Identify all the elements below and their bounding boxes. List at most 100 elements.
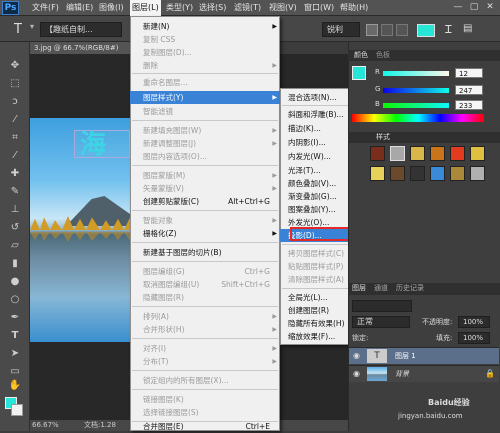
- layer-row[interactable]: ◉ 背景 🔒: [349, 365, 499, 382]
- menu-item-delete[interactable]: 删除 ▶: [130, 59, 280, 72]
- g-value-field[interactable]: 247: [455, 85, 483, 95]
- menu-image[interactable]: 图像(I): [97, 0, 126, 16]
- menu-item-layer-mask[interactable]: 图层蒙版(M) ▶: [130, 169, 280, 182]
- eyedropper-tool-icon[interactable]: ⁄: [7, 150, 23, 162]
- character-panel-icon[interactable]: ▤: [463, 23, 472, 34]
- menu-item-merge-layers[interactable]: 合并图层(E) Ctrl+E: [130, 420, 280, 433]
- menu-item-rasterize[interactable]: 栅格化(Z) ▶: [130, 227, 280, 240]
- layer-filter-select[interactable]: [352, 300, 412, 312]
- align-left-icon[interactable]: [366, 24, 378, 36]
- style-swatch[interactable]: [470, 166, 485, 181]
- menu-item-new-layer-based-slice[interactable]: 新建基于图层的切片(B): [130, 246, 280, 259]
- tab-color[interactable]: 颜色: [354, 50, 368, 61]
- antialias-select[interactable]: 锐利: [322, 22, 360, 37]
- layer-name[interactable]: 背景: [395, 369, 409, 379]
- menu-item-new-fill-layer[interactable]: 新建填充图层(W) ▶: [130, 124, 280, 137]
- healing-brush-tool-icon[interactable]: ✚: [7, 168, 23, 180]
- close-button[interactable]: ✕: [484, 2, 496, 13]
- pen-tool-icon[interactable]: ✒: [7, 312, 23, 324]
- b-slider[interactable]: [383, 103, 449, 108]
- quick-select-tool-icon[interactable]: ⁄: [7, 114, 23, 126]
- document-tab[interactable]: 3.jpg @ 66.7%(RGB/8#): [30, 42, 130, 54]
- marquee-tool-icon[interactable]: ⬚: [7, 78, 23, 90]
- r-slider[interactable]: [383, 71, 449, 76]
- dodge-tool-icon[interactable]: ○: [7, 294, 23, 306]
- menu-item-lock-all-layers[interactable]: 锁定组内的所有图层(X)...: [130, 374, 280, 387]
- blend-mode-select[interactable]: 正常: [352, 316, 410, 328]
- style-swatch[interactable]: [410, 166, 425, 181]
- menu-item-copy-css[interactable]: 复制 CSS: [130, 33, 280, 46]
- layer-row[interactable]: ◉ T 图层 1: [349, 347, 499, 364]
- menu-file[interactable]: 文件(F): [30, 0, 61, 16]
- lasso-tool-icon[interactable]: ↄ: [7, 96, 23, 108]
- visibility-eye-icon[interactable]: ◉: [353, 351, 360, 360]
- color-panel-fg-swatch[interactable]: [352, 66, 366, 80]
- menu-edit[interactable]: 编辑(E): [64, 0, 95, 16]
- brush-tool-icon[interactable]: ✎: [7, 186, 23, 198]
- g-slider[interactable]: [383, 88, 449, 93]
- maximize-button[interactable]: ▢: [468, 2, 480, 13]
- menu-item-align[interactable]: 对齐(I) ▶: [130, 342, 280, 355]
- menu-item-duplicate-layer[interactable]: 复制图层(D)...: [130, 46, 280, 59]
- blur-tool-icon[interactable]: ●: [7, 276, 23, 288]
- crop-tool-icon[interactable]: ⌗: [7, 132, 23, 144]
- menu-select[interactable]: 选择(S): [197, 0, 228, 16]
- menu-filter[interactable]: 滤镜(T): [232, 0, 263, 16]
- style-swatch[interactable]: [430, 146, 445, 161]
- style-swatch[interactable]: [390, 146, 405, 161]
- menu-item-vector-mask[interactable]: 矢量蒙版(V) ▶: [130, 182, 280, 195]
- style-swatch[interactable]: [370, 166, 385, 181]
- path-select-tool-icon[interactable]: ➤: [7, 348, 23, 360]
- color-spectrum-bar[interactable]: [352, 114, 484, 122]
- type-tool-icon[interactable]: T: [14, 22, 22, 37]
- style-swatch[interactable]: [370, 146, 385, 161]
- menu-item-create-clipping-mask[interactable]: 创建剪贴蒙版(C) Alt+Ctrl+G: [130, 195, 280, 208]
- tab-styles[interactable]: 样式: [376, 132, 390, 143]
- history-brush-tool-icon[interactable]: ↺: [7, 222, 23, 234]
- minimize-button[interactable]: —: [452, 2, 464, 13]
- menu-help[interactable]: 帮助(H): [338, 0, 370, 16]
- fill-field[interactable]: 100%: [458, 332, 490, 344]
- layer-name[interactable]: 图层 1: [395, 351, 416, 361]
- background-color-swatch[interactable]: [11, 404, 23, 416]
- menu-item-new-adjustment-layer[interactable]: 新建调整图层(J) ▶: [130, 137, 280, 150]
- tab-layers[interactable]: 图层: [352, 283, 366, 294]
- menu-item-hide-layers[interactable]: 隐藏图层(R): [130, 291, 280, 304]
- style-swatch[interactable]: [470, 146, 485, 161]
- menu-item-new[interactable]: 新建(N) ▶: [130, 20, 280, 33]
- align-right-icon[interactable]: [396, 24, 408, 36]
- menu-view[interactable]: 视图(V): [267, 0, 299, 16]
- menu-window[interactable]: 窗口(W): [302, 0, 336, 16]
- menu-item-combine-shapes[interactable]: 合并形状(H) ▶: [130, 323, 280, 336]
- warp-text-icon[interactable]: Ꮖ: [445, 23, 452, 37]
- move-tool-icon[interactable]: ✥: [7, 60, 23, 72]
- opacity-field[interactable]: 100%: [458, 316, 490, 328]
- shape-tool-icon[interactable]: ▭: [7, 366, 23, 378]
- menu-item-distribute[interactable]: 分布(T) ▶: [130, 355, 280, 368]
- menu-item-ungroup-layers[interactable]: 取消图层编组(U) Shift+Ctrl+G: [130, 278, 280, 291]
- menu-item-link-layers[interactable]: 链接图层(K): [130, 393, 280, 406]
- style-swatch[interactable]: [390, 166, 405, 181]
- r-value-field[interactable]: 12: [455, 68, 483, 78]
- font-family-select[interactable]: 【趣纸自制...: [40, 22, 122, 37]
- menu-item-arrange[interactable]: 排列(A) ▶: [130, 310, 280, 323]
- style-swatch[interactable]: [410, 146, 425, 161]
- hand-tool-icon[interactable]: ✋: [7, 380, 23, 392]
- menu-item-smart-filter[interactable]: 智能滤镜: [130, 105, 280, 118]
- zoom-level[interactable]: 66.67%: [32, 420, 59, 431]
- menu-layer[interactable]: 图层(L): [130, 0, 161, 16]
- menu-item-layer-content-options[interactable]: 图层内容选项(O)...: [130, 150, 280, 163]
- b-value-field[interactable]: 233: [455, 100, 483, 110]
- menu-item-rename-layer[interactable]: 重命名图层...: [130, 76, 280, 89]
- menu-item-group-layers[interactable]: 图层编组(G) Ctrl+G: [130, 265, 280, 278]
- menu-item-layer-style[interactable]: 图层样式(Y) ▶: [130, 91, 280, 104]
- align-center-icon[interactable]: [381, 24, 393, 36]
- type-tool-icon[interactable]: T: [7, 330, 23, 342]
- eraser-tool-icon[interactable]: ▱: [7, 240, 23, 252]
- tab-channels[interactable]: 通道: [374, 283, 388, 294]
- menu-type[interactable]: 类型(Y): [164, 0, 195, 16]
- gradient-tool-icon[interactable]: ▮: [7, 258, 23, 270]
- style-swatch[interactable]: [430, 166, 445, 181]
- tool-preset-chevron-icon[interactable]: ▾: [30, 22, 34, 31]
- tab-history[interactable]: 历史记录: [396, 283, 424, 294]
